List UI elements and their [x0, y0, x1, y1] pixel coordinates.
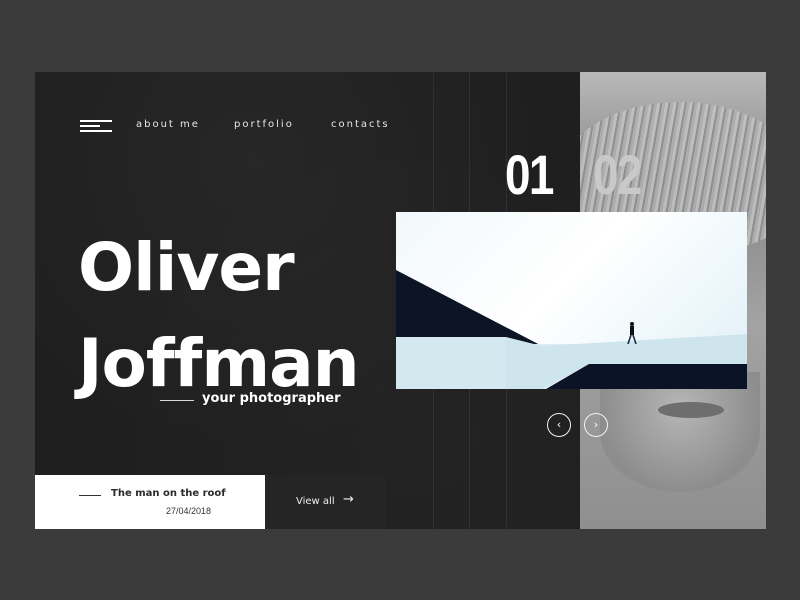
featured-date: 27/04/2018 — [165, 506, 211, 516]
hero-subtitle: your photographer — [202, 391, 341, 406]
chevron-left-icon: ‹ — [556, 418, 562, 431]
walking-man-silhouette — [627, 322, 637, 345]
caption-dash — [79, 495, 101, 496]
view-all-button[interactable]: View all → — [265, 475, 386, 529]
slider-next-button[interactable]: › — [584, 413, 608, 437]
white-wall-left — [396, 337, 506, 389]
arrow-right-icon: → — [343, 492, 354, 507]
portrait-face — [600, 372, 760, 492]
first-name: Oliver — [78, 229, 295, 306]
dark-roof-shape — [396, 270, 542, 346]
featured-title: The man on the roof — [111, 488, 226, 499]
subtitle-dash — [160, 400, 194, 401]
nav-item-portfolio[interactable]: portfolio — [234, 119, 294, 130]
hamburger-menu-icon[interactable] — [80, 120, 112, 132]
portrait-lips — [658, 402, 724, 418]
hero-name: Oliver Joffman — [78, 220, 360, 412]
slide-number-next[interactable]: 02 — [593, 142, 642, 207]
hero-frame: about me portfolio contacts 01 02 Oliver… — [35, 72, 766, 529]
slide-number-current[interactable]: 01 — [505, 142, 554, 207]
rooftop-scene — [396, 270, 747, 389]
nav-item-about-me[interactable]: about me — [136, 119, 200, 130]
slider-prev-button[interactable]: ‹ — [547, 413, 571, 437]
featured-caption-card: The man on the roof 27/04/2018 — [35, 475, 265, 529]
chevron-right-icon: › — [593, 418, 599, 431]
nav-item-contacts[interactable]: contacts — [331, 119, 390, 130]
view-all-label: View all — [296, 496, 335, 507]
featured-photo[interactable] — [396, 212, 747, 389]
